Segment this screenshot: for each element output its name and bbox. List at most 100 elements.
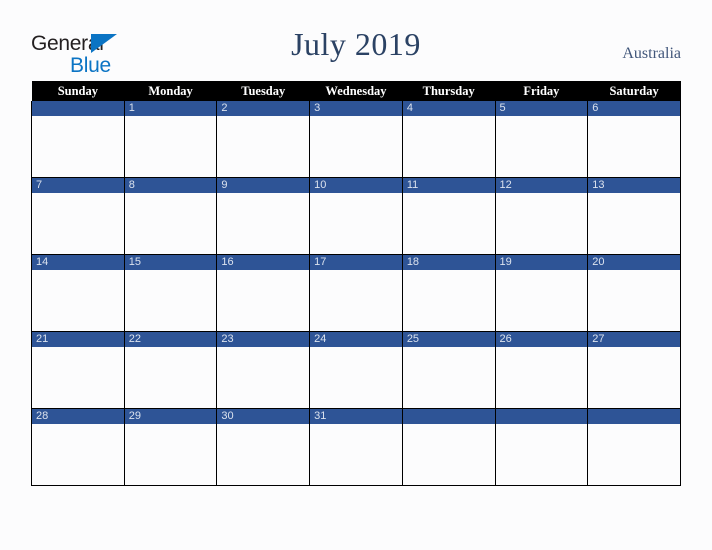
calendar-day-cell[interactable] xyxy=(587,408,681,486)
day-number: 23 xyxy=(217,332,310,347)
day-notes-area[interactable] xyxy=(310,347,402,408)
calendar-day-cell[interactable]: 26 xyxy=(494,331,589,409)
day-notes-area[interactable] xyxy=(124,116,217,177)
day-number: 7 xyxy=(32,178,124,193)
day-number: 26 xyxy=(495,332,588,347)
day-number xyxy=(495,409,588,424)
weekday-header-saturday: Saturday xyxy=(587,81,681,101)
calendar-day-cell[interactable]: 16 xyxy=(216,254,311,332)
calendar-day-cell[interactable]: 3 xyxy=(309,101,403,178)
calendar-day-cell[interactable]: 14 xyxy=(31,254,125,332)
day-notes-area[interactable] xyxy=(32,347,124,408)
day-notes-area[interactable] xyxy=(588,193,680,254)
calendar-day-cell[interactable]: 22 xyxy=(123,331,218,409)
day-notes-area[interactable] xyxy=(588,116,680,177)
day-notes-area[interactable] xyxy=(310,270,402,331)
day-notes-area[interactable] xyxy=(495,193,588,254)
day-notes-area[interactable] xyxy=(124,270,217,331)
calendar-day-cell[interactable]: 23 xyxy=(216,331,311,409)
page-title: July 2019 xyxy=(291,26,421,62)
calendar-day-cell[interactable]: 17 xyxy=(309,254,403,332)
calendar-day-cell[interactable]: 4 xyxy=(401,101,496,178)
weekday-header-thursday: Thursday xyxy=(402,81,496,101)
calendar-day-cell[interactable]: 9 xyxy=(216,177,311,255)
calendar-day-cell[interactable]: 30 xyxy=(216,408,311,486)
calendar-day-cell[interactable]: 12 xyxy=(494,177,589,255)
calendar-day-cell[interactable]: 10 xyxy=(309,177,403,255)
day-notes-area[interactable] xyxy=(217,116,310,177)
day-notes-area[interactable] xyxy=(217,347,310,408)
day-number: 13 xyxy=(588,178,680,193)
calendar-week-row: 21 22 23 24 25 26 27 xyxy=(31,331,681,409)
day-notes-area[interactable] xyxy=(495,116,588,177)
day-number: 6 xyxy=(588,101,680,116)
day-number xyxy=(588,409,680,424)
day-notes-area[interactable] xyxy=(32,270,124,331)
calendar-day-cell[interactable]: 31 xyxy=(309,408,403,486)
day-notes-area[interactable] xyxy=(402,193,495,254)
day-number: 8 xyxy=(124,178,217,193)
day-notes-area[interactable] xyxy=(217,270,310,331)
calendar-day-cell[interactable]: 19 xyxy=(494,254,589,332)
calendar-day-cell[interactable] xyxy=(401,408,496,486)
calendar-day-cell[interactable] xyxy=(31,101,125,178)
day-notes-area[interactable] xyxy=(310,193,402,254)
day-notes-area[interactable] xyxy=(32,424,124,485)
calendar-day-cell[interactable]: 2 xyxy=(216,101,311,178)
day-notes-area[interactable] xyxy=(124,424,217,485)
weekday-header-sunday: Sunday xyxy=(31,81,125,101)
day-notes-area[interactable] xyxy=(588,270,680,331)
calendar-day-cell[interactable]: 6 xyxy=(587,101,681,178)
calendar-day-cell[interactable]: 20 xyxy=(587,254,681,332)
month-calendar-table: Sunday Monday Tuesday Wednesday Thursday… xyxy=(31,81,681,486)
weekday-header-tuesday: Tuesday xyxy=(216,81,310,101)
calendar-day-cell[interactable]: 1 xyxy=(123,101,218,178)
day-notes-area[interactable] xyxy=(402,116,495,177)
day-notes-area[interactable] xyxy=(217,193,310,254)
calendar-week-row: 1 2 3 4 5 6 xyxy=(31,101,681,178)
calendar-day-cell[interactable]: 13 xyxy=(587,177,681,255)
day-number: 4 xyxy=(402,101,495,116)
calendar-day-cell[interactable] xyxy=(494,408,589,486)
day-notes-area[interactable] xyxy=(402,424,495,485)
day-notes-area[interactable] xyxy=(124,193,217,254)
calendar-day-cell[interactable]: 27 xyxy=(587,331,681,409)
day-notes-area[interactable] xyxy=(217,424,310,485)
weekday-header-friday: Friday xyxy=(495,81,588,101)
calendar-day-cell[interactable]: 11 xyxy=(401,177,496,255)
weekday-header-row: Sunday Monday Tuesday Wednesday Thursday… xyxy=(31,81,681,101)
region-label: Australia xyxy=(622,45,681,62)
calendar-day-cell[interactable]: 21 xyxy=(31,331,125,409)
day-number: 17 xyxy=(310,255,402,270)
day-notes-area[interactable] xyxy=(588,347,680,408)
calendar-day-cell[interactable]: 18 xyxy=(401,254,496,332)
calendar-day-cell[interactable]: 28 xyxy=(31,408,125,486)
day-notes-area[interactable] xyxy=(495,347,588,408)
calendar-header-row-group: Sunday Monday Tuesday Wednesday Thursday… xyxy=(31,81,681,101)
calendar-day-cell[interactable]: 25 xyxy=(401,331,496,409)
day-notes-area[interactable] xyxy=(310,424,402,485)
day-number: 18 xyxy=(402,255,495,270)
day-notes-area[interactable] xyxy=(124,347,217,408)
weekday-header-wednesday: Wednesday xyxy=(309,81,403,101)
day-notes-area[interactable] xyxy=(588,424,680,485)
day-number: 25 xyxy=(402,332,495,347)
calendar-week-row: 28 29 30 31 xyxy=(31,408,681,486)
calendar-day-cell[interactable]: 29 xyxy=(123,408,218,486)
day-notes-area[interactable] xyxy=(402,347,495,408)
day-number: 31 xyxy=(310,409,402,424)
calendar-day-cell[interactable]: 7 xyxy=(31,177,125,255)
day-notes-area[interactable] xyxy=(402,270,495,331)
day-number: 10 xyxy=(310,178,402,193)
day-number: 3 xyxy=(310,101,402,116)
calendar-day-cell[interactable]: 5 xyxy=(494,101,589,178)
day-notes-area[interactable] xyxy=(32,116,124,177)
calendar-day-cell[interactable]: 15 xyxy=(123,254,218,332)
calendar-day-cell[interactable]: 24 xyxy=(309,331,403,409)
day-number: 20 xyxy=(588,255,680,270)
day-notes-area[interactable] xyxy=(32,193,124,254)
day-notes-area[interactable] xyxy=(495,270,588,331)
day-notes-area[interactable] xyxy=(495,424,588,485)
day-notes-area[interactable] xyxy=(310,116,402,177)
calendar-day-cell[interactable]: 8 xyxy=(123,177,218,255)
